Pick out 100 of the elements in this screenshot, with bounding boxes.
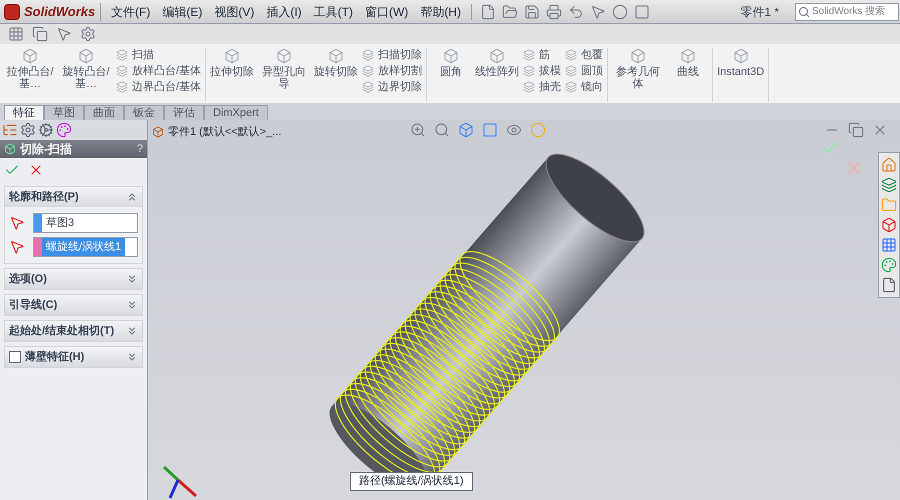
- feature-icon: [362, 81, 374, 93]
- new-icon[interactable]: [480, 4, 496, 20]
- feature-icon: [22, 48, 38, 64]
- tab[interactable]: DimXpert: [204, 105, 268, 120]
- menu-item[interactable]: 工具(T): [312, 2, 355, 20]
- expand-icon[interactable]: [126, 351, 138, 363]
- feature-icon: [4, 143, 16, 155]
- feature-icon: [224, 48, 240, 64]
- ribbon-button[interactable]: 参考几何体: [612, 48, 664, 90]
- view-icon[interactable]: [881, 217, 897, 233]
- ribbon-button[interactable]: 包覆: [565, 48, 604, 62]
- selection-icon: [9, 239, 25, 255]
- ribbon-button[interactable]: 边界凸台/基体: [116, 80, 202, 94]
- print-icon[interactable]: [546, 4, 562, 20]
- path-label: 路径(螺旋线/涡状线1): [350, 472, 472, 490]
- expand-icon[interactable]: [126, 273, 138, 285]
- open-icon[interactable]: [502, 4, 518, 20]
- home-icon[interactable]: [881, 157, 897, 173]
- library-icon[interactable]: [881, 177, 897, 193]
- ribbon-button[interactable]: Instant3D: [717, 48, 764, 78]
- feature-icon: [523, 81, 536, 93]
- menu-item[interactable]: 编辑(E): [160, 2, 204, 20]
- part-icon: [152, 126, 164, 138]
- feature-icon: [523, 65, 536, 77]
- feature-icon: [78, 48, 94, 64]
- feature-icon: [565, 49, 578, 61]
- axis-triad-icon: [162, 466, 197, 499]
- feature-icon: [680, 48, 696, 64]
- feature-tree-icon[interactable]: [2, 122, 18, 138]
- ribbon-button[interactable]: 拔模: [523, 64, 562, 78]
- tree-label[interactable]: 零件1 (默认<<默认>_...: [168, 124, 282, 140]
- feature-icon: [565, 65, 578, 77]
- restore-icon[interactable]: [848, 122, 864, 138]
- ribbon-button[interactable]: 扫描切除: [362, 48, 422, 62]
- feature-icon: [116, 65, 128, 77]
- tab[interactable]: 草图: [44, 105, 84, 120]
- zoom-icon[interactable]: [410, 122, 426, 138]
- feature-icon: [362, 65, 374, 77]
- feature-icon: [116, 49, 128, 61]
- help-button[interactable]: ?: [136, 140, 143, 158]
- hide-show-icon[interactable]: [506, 122, 522, 138]
- menu-item[interactable]: 视图(V): [212, 2, 256, 20]
- save-icon[interactable]: [524, 4, 540, 20]
- search-field[interactable]: SolidWorks 搜索: [795, 2, 899, 20]
- properties-icon[interactable]: [881, 277, 897, 293]
- ribbon-button[interactable]: 曲线: [668, 48, 708, 78]
- expand-icon[interactable]: [126, 325, 138, 337]
- feature-icon: [565, 81, 578, 93]
- pointer-icon[interactable]: [590, 4, 606, 20]
- feature-icon: [276, 48, 292, 64]
- document-title: 零件1 *: [740, 4, 779, 20]
- ribbon-button[interactable]: 拉伸切除: [210, 48, 254, 78]
- ribbon-button[interactable]: 放样凸台/基体: [116, 64, 202, 78]
- tab[interactable]: 评估: [164, 105, 204, 120]
- selection-icon: [9, 215, 25, 231]
- ribbon-button[interactable]: 扫描: [116, 48, 202, 62]
- tab[interactable]: 曲面: [84, 105, 124, 120]
- pointer-icon[interactable]: [56, 26, 72, 42]
- ribbon-button[interactable]: 旋转凸台/基…: [60, 48, 112, 90]
- menu-item[interactable]: 帮助(H): [418, 2, 463, 20]
- ribbon-button[interactable]: 边界切除: [362, 80, 422, 94]
- undo-icon[interactable]: [568, 4, 584, 20]
- feature-icon: [489, 48, 506, 64]
- toolbar-icon[interactable]: [8, 26, 24, 42]
- feature-icon: [630, 48, 646, 64]
- toolbar-icon[interactable]: [32, 26, 48, 42]
- ribbon-button[interactable]: 异型孔向导: [258, 48, 310, 90]
- feature-icon: [732, 48, 749, 64]
- feature-icon: [443, 48, 460, 64]
- expand-icon[interactable]: [126, 299, 138, 311]
- collapse-icon[interactable]: [126, 191, 138, 203]
- ribbon-button[interactable]: 旋转切除: [314, 48, 358, 78]
- checkbox[interactable]: [9, 351, 21, 363]
- tab[interactable]: 特征: [4, 105, 44, 120]
- ribbon-button[interactable]: 镜向: [565, 80, 604, 94]
- tab[interactable]: 钣金: [124, 105, 164, 120]
- menu-item[interactable]: 窗口(W): [362, 2, 410, 20]
- feature-icon: [116, 81, 128, 93]
- ribbon-button[interactable]: 抽壳: [523, 80, 562, 94]
- ribbon-button[interactable]: 放样切割: [362, 64, 422, 78]
- menu-item[interactable]: 插入(I): [264, 2, 304, 20]
- ribbon-button[interactable]: 圆角: [431, 48, 472, 78]
- menu-item[interactable]: 文件(F): [109, 2, 152, 20]
- ribbon-button[interactable]: 圆顶: [565, 64, 604, 78]
- zoom-area-icon[interactable]: [434, 122, 450, 138]
- search-icon: [798, 6, 810, 18]
- feature-title: 切除-扫描: [20, 141, 73, 158]
- ribbon-button[interactable]: 筋: [523, 48, 562, 62]
- view-orientation-icon[interactable]: [458, 122, 474, 138]
- property-icon[interactable]: [20, 122, 36, 138]
- feature-icon: [362, 49, 374, 61]
- logo-icon: [4, 4, 20, 20]
- app-name: SolidWorks: [24, 2, 96, 21]
- feature-icon: [328, 48, 344, 64]
- ribbon-button[interactable]: 拉伸凸台/基…: [4, 48, 56, 90]
- ribbon-button[interactable]: 线性阵列: [475, 48, 520, 78]
- feature-icon: [523, 49, 536, 61]
- selection-field[interactable]: 草图3: [33, 213, 138, 233]
- config-icon[interactable]: [38, 122, 54, 138]
- display-icon[interactable]: [56, 122, 72, 138]
